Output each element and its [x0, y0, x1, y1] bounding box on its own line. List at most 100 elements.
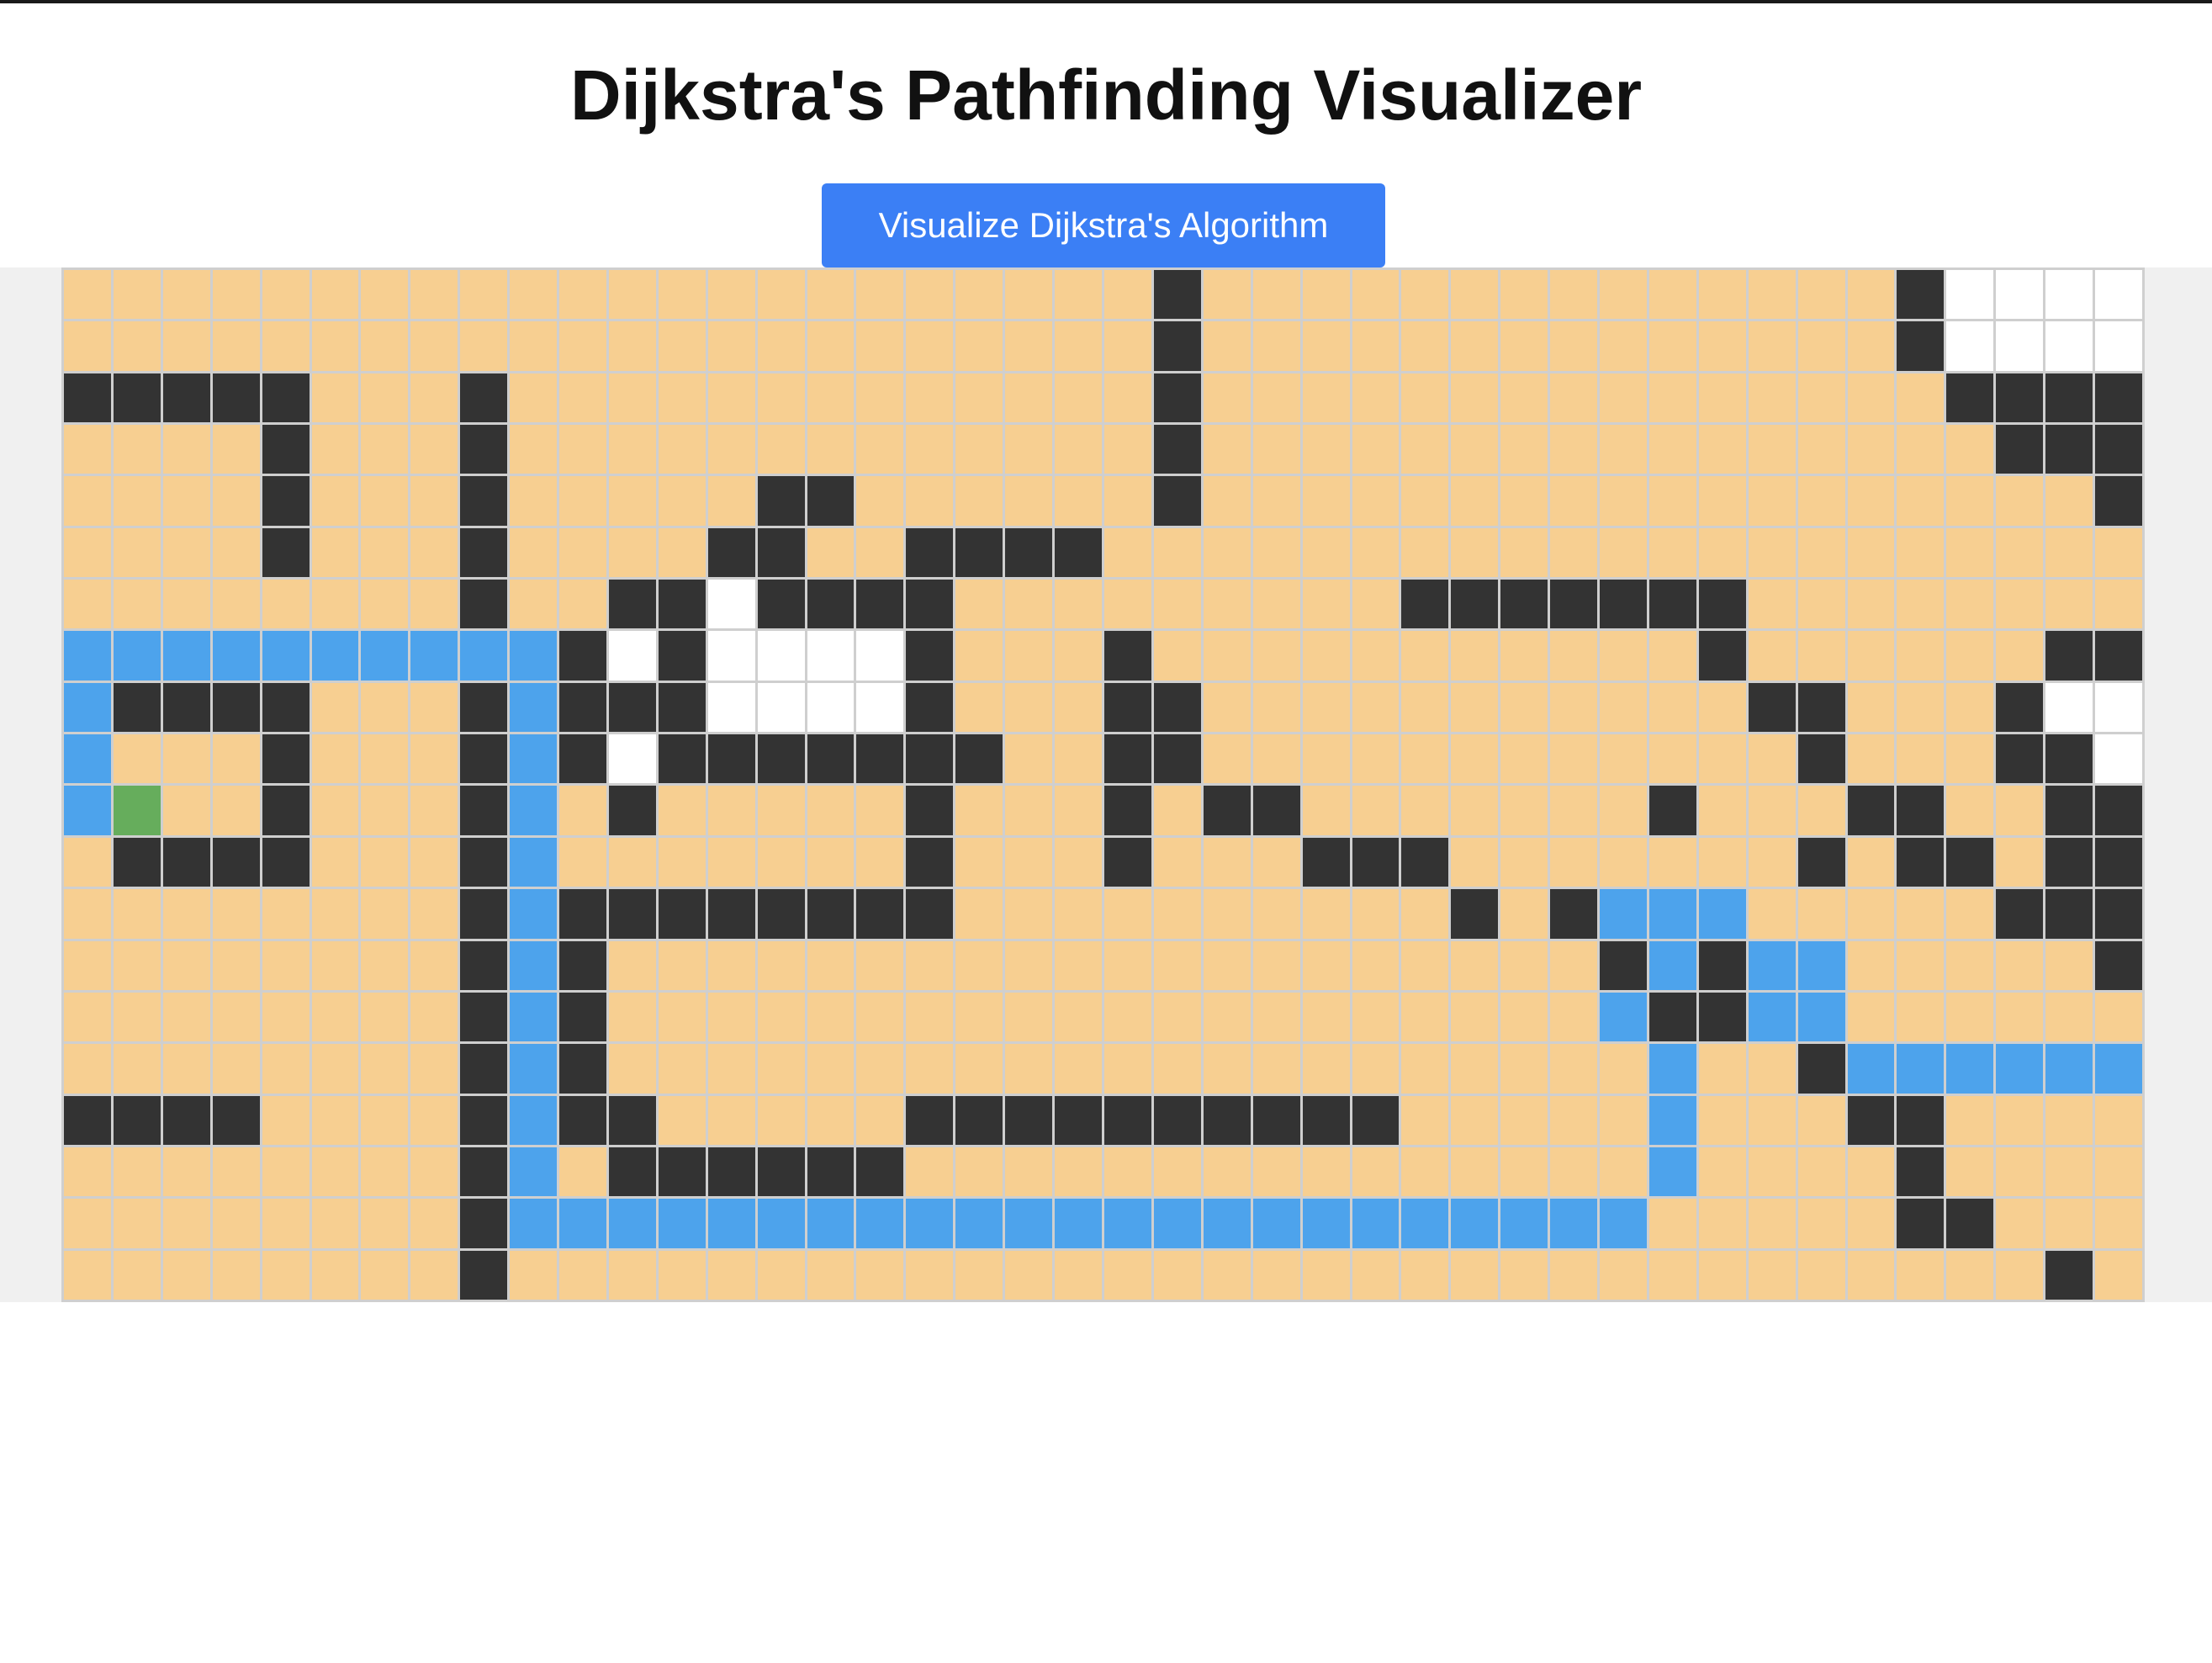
wall-node[interactable] — [906, 631, 954, 681]
visited-node[interactable] — [1302, 527, 1350, 578]
visited-node[interactable] — [1897, 992, 1945, 1042]
visited-node[interactable] — [955, 321, 1003, 371]
wall-node[interactable] — [1550, 580, 1598, 629]
visited-node[interactable] — [410, 580, 458, 629]
wall-node[interactable] — [2045, 373, 2093, 423]
visited-node[interactable] — [162, 1044, 210, 1094]
visited-node[interactable] — [1104, 527, 1151, 578]
visited-node[interactable] — [1055, 682, 1102, 733]
unvisited-node[interactable] — [2095, 682, 2142, 733]
visited-node[interactable] — [2045, 1199, 2093, 1248]
wall-node[interactable] — [1153, 270, 1201, 320]
visited-node[interactable] — [262, 1044, 310, 1094]
wall-node[interactable] — [64, 1095, 111, 1145]
visited-node[interactable] — [1104, 940, 1151, 990]
visited-node[interactable] — [311, 1147, 359, 1197]
visited-node[interactable] — [64, 527, 111, 578]
visited-node[interactable] — [1451, 992, 1499, 1042]
visited-node[interactable] — [1451, 321, 1499, 371]
visited-node[interactable] — [1847, 837, 1895, 887]
visited-node[interactable] — [1055, 373, 1102, 423]
visited-node[interactable] — [1847, 940, 1895, 990]
visited-node[interactable] — [1104, 1044, 1151, 1094]
wall-node[interactable] — [1600, 940, 1647, 990]
visited-node[interactable] — [1550, 321, 1598, 371]
visited-node[interactable] — [955, 580, 1003, 629]
path-node[interactable] — [1748, 992, 1796, 1042]
visited-node[interactable] — [559, 425, 606, 474]
visited-node[interactable] — [162, 992, 210, 1042]
visited-node[interactable] — [707, 270, 755, 320]
visited-node[interactable] — [1252, 1044, 1300, 1094]
visited-node[interactable] — [757, 992, 805, 1042]
visited-node[interactable] — [1104, 270, 1151, 320]
unvisited-node[interactable] — [707, 631, 755, 681]
wall-node[interactable] — [608, 1095, 656, 1145]
path-node[interactable] — [1451, 1199, 1499, 1248]
visited-node[interactable] — [2045, 527, 2093, 578]
visited-node[interactable] — [1897, 1250, 1945, 1300]
visited-node[interactable] — [1352, 1147, 1400, 1197]
visited-node[interactable] — [1005, 1147, 1053, 1197]
visited-node[interactable] — [1352, 889, 1400, 939]
visited-node[interactable] — [1550, 1147, 1598, 1197]
visited-node[interactable] — [64, 580, 111, 629]
visited-node[interactable] — [1996, 837, 2044, 887]
wall-node[interactable] — [757, 889, 805, 939]
wall-node[interactable] — [162, 373, 210, 423]
wall-node[interactable] — [707, 527, 755, 578]
visited-node[interactable] — [361, 527, 409, 578]
visited-node[interactable] — [658, 527, 706, 578]
visited-node[interactable] — [1648, 1199, 1696, 1248]
wall-node[interactable] — [559, 940, 606, 990]
visited-node[interactable] — [707, 1044, 755, 1094]
wall-node[interactable] — [2095, 425, 2142, 474]
visited-node[interactable] — [1104, 425, 1151, 474]
visited-node[interactable] — [1550, 1250, 1598, 1300]
visited-node[interactable] — [1451, 631, 1499, 681]
visited-node[interactable] — [64, 425, 111, 474]
visualize-dijkstra-button[interactable]: Visualize Dijkstra's Algorithm — [822, 183, 1385, 267]
visited-node[interactable] — [311, 373, 359, 423]
visited-node[interactable] — [658, 1044, 706, 1094]
wall-node[interactable] — [1005, 527, 1053, 578]
visited-node[interactable] — [807, 1250, 855, 1300]
visited-node[interactable] — [1203, 580, 1251, 629]
visited-node[interactable] — [757, 1095, 805, 1145]
visited-node[interactable] — [1946, 527, 1994, 578]
wall-node[interactable] — [1352, 1095, 1400, 1145]
visited-node[interactable] — [212, 734, 260, 784]
path-node[interactable] — [361, 631, 409, 681]
visited-node[interactable] — [1302, 1044, 1350, 1094]
visited-node[interactable] — [311, 270, 359, 320]
visited-node[interactable] — [707, 940, 755, 990]
visited-node[interactable] — [113, 425, 161, 474]
visited-node[interactable] — [1451, 1095, 1499, 1145]
visited-node[interactable] — [1550, 631, 1598, 681]
visited-node[interactable] — [1401, 476, 1449, 526]
visited-node[interactable] — [1748, 1250, 1796, 1300]
wall-node[interactable] — [1203, 786, 1251, 835]
unvisited-node[interactable] — [608, 631, 656, 681]
visited-node[interactable] — [1847, 1250, 1895, 1300]
visited-node[interactable] — [1055, 580, 1102, 629]
visited-node[interactable] — [1946, 682, 1994, 733]
visited-node[interactable] — [1451, 425, 1499, 474]
visited-node[interactable] — [608, 321, 656, 371]
path-node[interactable] — [906, 1199, 954, 1248]
path-node[interactable] — [510, 992, 558, 1042]
visited-node[interactable] — [1500, 837, 1548, 887]
visited-node[interactable] — [1897, 425, 1945, 474]
visited-node[interactable] — [608, 1044, 656, 1094]
visited-node[interactable] — [1104, 1250, 1151, 1300]
visited-node[interactable] — [707, 786, 755, 835]
visited-node[interactable] — [1252, 1147, 1300, 1197]
visited-node[interactable] — [856, 992, 904, 1042]
wall-node[interactable] — [2095, 631, 2142, 681]
wall-node[interactable] — [906, 580, 954, 629]
unvisited-node[interactable] — [707, 580, 755, 629]
path-node[interactable] — [807, 1199, 855, 1248]
visited-node[interactable] — [955, 837, 1003, 887]
path-node[interactable] — [1055, 1199, 1102, 1248]
visited-node[interactable] — [757, 270, 805, 320]
